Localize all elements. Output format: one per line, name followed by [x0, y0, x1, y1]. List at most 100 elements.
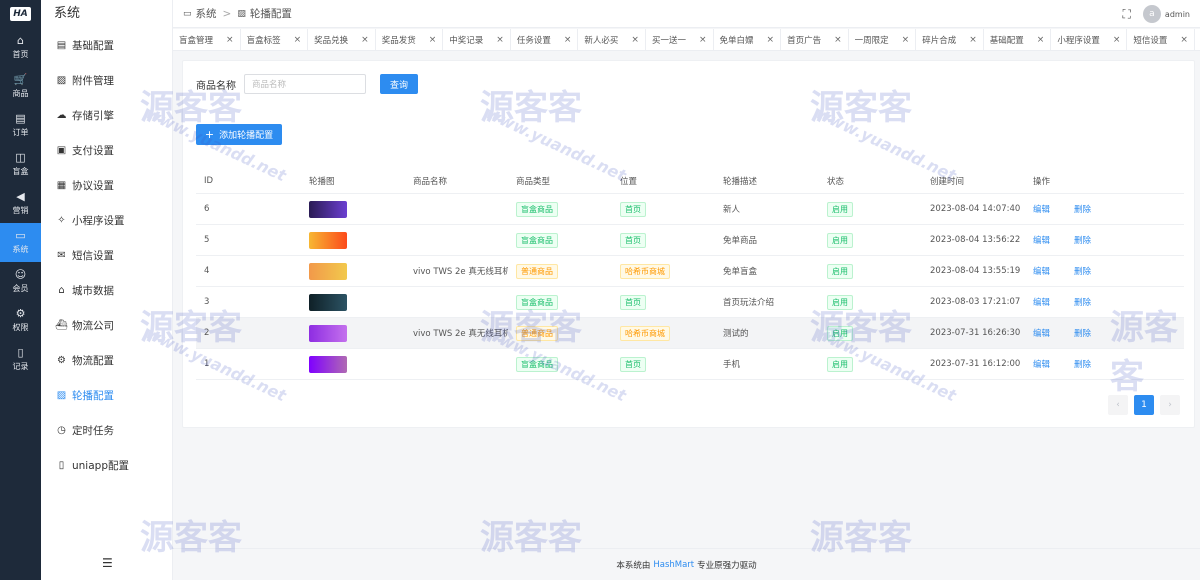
status-badge: 启用 — [827, 325, 853, 341]
close-icon[interactable]: × — [767, 35, 775, 45]
username[interactable]: admin — [1165, 10, 1190, 19]
close-icon[interactable]: × — [969, 35, 977, 45]
delete-link[interactable]: 删除 — [1074, 298, 1091, 308]
close-icon[interactable]: × — [834, 35, 842, 45]
rail-item-6[interactable]: ☺ 会员 — [0, 262, 41, 301]
prev-page-button[interactable]: ‹ — [1108, 395, 1128, 415]
tab-7[interactable]: 买一送一 × — [646, 29, 714, 50]
cell-actions: 编辑 删除 — [1025, 296, 1184, 308]
sub-menu-item-0[interactable]: ▤ 基础配置 — [41, 28, 172, 63]
tab-4[interactable]: 中奖记录 × — [443, 29, 511, 50]
edit-link[interactable]: 编辑 — [1033, 329, 1050, 339]
footer-brand-link[interactable]: HashMart — [653, 560, 694, 570]
tab-6[interactable]: 新人必买 × — [578, 29, 646, 50]
rail-item-label: 记录 — [12, 362, 29, 371]
banner-thumbnail[interactable] — [309, 293, 347, 311]
column-header: 轮播描述 — [723, 176, 758, 187]
close-icon[interactable]: × — [699, 35, 707, 45]
tab-13[interactable]: 小程序设置 × — [1051, 29, 1128, 50]
fullscreen-icon[interactable]: ⛶ — [1123, 7, 1131, 22]
rail-item-1[interactable]: 🛒 商品 — [0, 67, 41, 106]
breadcrumb-item-system[interactable]: 系统 — [196, 6, 217, 21]
tab-15[interactable]: 物流配置× — [1195, 29, 1200, 50]
tab-0[interactable]: 盲盒管理 × — [173, 29, 241, 50]
sub-menu-item-12[interactable]: ▯ uniapp配置 — [41, 448, 172, 483]
next-page-button[interactable]: › — [1160, 395, 1180, 415]
rail-item-5[interactable]: ▭ 系统 — [0, 223, 41, 262]
cell-created-time: 2023-07-31 16:26:30 — [930, 328, 1021, 338]
sub-menu: 系统 ▤ 基础配置 ▨ 附件管理 ☁ 存储引擎 ▣ 支付设置 ▦ 协议设置 ✧ 小程序设置 ✉ 短信设置 ⌂… — [41, 0, 173, 580]
cell-created-time: 2023-08-03 17:21:07 — [930, 297, 1021, 307]
status-badge: 启用 — [827, 356, 853, 372]
close-icon[interactable]: × — [226, 35, 234, 45]
close-icon[interactable]: × — [631, 35, 639, 45]
close-icon[interactable]: × — [1180, 35, 1188, 45]
rail-item-8[interactable]: ▯ 记录 — [0, 340, 41, 379]
edit-link[interactable]: 编辑 — [1033, 267, 1050, 277]
tab-3[interactable]: 奖品发货 × — [376, 29, 444, 50]
tab-8[interactable]: 免单白嫖 × — [714, 29, 782, 50]
edit-link[interactable]: 编辑 — [1033, 205, 1050, 215]
rail-item-3[interactable]: ◫ 盲盒 — [0, 145, 41, 184]
collapse-menu-icon[interactable]: ☰ — [102, 556, 113, 570]
edit-link[interactable]: 编辑 — [1033, 360, 1050, 370]
sub-menu-item-11[interactable]: ◷ 定时任务 — [41, 413, 172, 448]
cell-product-type: 盲盒商品 — [508, 294, 612, 310]
delete-link[interactable]: 删除 — [1074, 360, 1091, 370]
product-name-label: 商品名称 — [196, 80, 236, 92]
delete-link[interactable]: 删除 — [1074, 205, 1091, 215]
close-icon[interactable]: × — [1037, 35, 1045, 45]
sub-menu-item-8[interactable]: ⛴ 物流公司 — [41, 308, 172, 343]
avatar[interactable]: a — [1142, 5, 1161, 23]
sub-menu-item-7[interactable]: ⌂ 城市数据 — [41, 273, 172, 308]
sub-menu-item-label: 轮播配置 — [72, 390, 114, 402]
banner-thumbnail[interactable] — [309, 355, 347, 373]
add-banner-button[interactable]: + 添加轮播配置 — [196, 124, 282, 145]
close-icon[interactable]: × — [429, 35, 437, 45]
tab-1[interactable]: 盲盒标签 × — [241, 29, 309, 50]
sub-menu-item-9[interactable]: ⚙ 物流配置 — [41, 343, 172, 378]
sub-menu-item-3[interactable]: ▣ 支付设置 — [41, 133, 172, 168]
close-icon[interactable]: × — [564, 35, 572, 45]
tab-11[interactable]: 碎片合成 × — [916, 29, 984, 50]
sub-menu-item-6[interactable]: ✉ 短信设置 — [41, 238, 172, 273]
banner-thumbnail[interactable] — [309, 231, 347, 249]
close-icon[interactable]: × — [1113, 35, 1121, 45]
tab-12[interactable]: 基础配置 × — [984, 29, 1052, 50]
close-icon[interactable]: × — [496, 35, 504, 45]
cell-product-type: 普通商品 — [508, 263, 612, 279]
rail-item-2[interactable]: ▤ 订单 — [0, 106, 41, 145]
rail-item-7[interactable]: ⚙ 权限 — [0, 301, 41, 340]
delete-link[interactable]: 删除 — [1074, 236, 1091, 246]
cell-actions: 编辑 删除 — [1025, 358, 1184, 370]
sub-menu-item-1[interactable]: ▨ 附件管理 — [41, 63, 172, 98]
close-icon[interactable]: × — [294, 35, 302, 45]
pagination: ‹ 1 › — [1102, 395, 1180, 415]
tab-14[interactable]: 短信设置 × — [1127, 29, 1195, 50]
banner-thumbnail[interactable] — [309, 324, 347, 342]
tab-2[interactable]: 奖品兑换 × — [308, 29, 376, 50]
sub-menu-item-10[interactable]: ▨ 轮播配置 — [41, 378, 172, 413]
sub-menu-item-2[interactable]: ☁ 存储引擎 — [41, 98, 172, 133]
banner-thumbnail[interactable] — [309, 200, 347, 218]
close-icon[interactable]: × — [361, 35, 369, 45]
banner-thumbnail[interactable] — [309, 262, 347, 280]
edit-link[interactable]: 编辑 — [1033, 236, 1050, 246]
page-1-button[interactable]: 1 — [1134, 395, 1154, 415]
tab-10[interactable]: 一周限定 × — [849, 29, 917, 50]
sub-menu-item-5[interactable]: ✧ 小程序设置 — [41, 203, 172, 238]
cell-created-time: 2023-08-04 13:56:22 — [930, 235, 1021, 245]
query-button[interactable]: 查询 — [380, 74, 418, 94]
edit-link[interactable]: 编辑 — [1033, 298, 1050, 308]
tab-9[interactable]: 首页广告 × — [781, 29, 849, 50]
close-icon[interactable]: × — [902, 35, 910, 45]
sub-menu-item-4[interactable]: ▦ 协议设置 — [41, 168, 172, 203]
tab-5[interactable]: 任务设置 × — [511, 29, 579, 50]
product-name-input[interactable]: 商品名称 — [244, 74, 366, 94]
delete-link[interactable]: 删除 — [1074, 267, 1091, 277]
rail-item-0[interactable]: ⌂ 首页 — [0, 28, 41, 67]
delete-link[interactable]: 删除 — [1074, 329, 1091, 339]
table-row: 2 vivo TWS 2e 真无线耳机 普通商品 哈希币商城 测试的 启用 2023-07-… — [196, 318, 1184, 349]
rail-item-4[interactable]: ◀ 营销 — [0, 184, 41, 223]
position-tag: 首页 — [620, 356, 646, 372]
